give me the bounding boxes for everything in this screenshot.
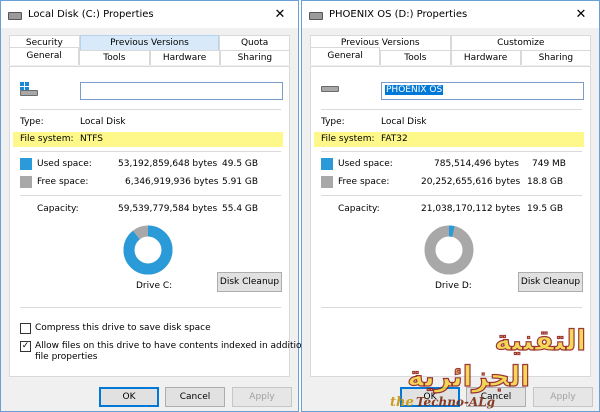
divider — [20, 195, 281, 196]
divider — [20, 307, 281, 308]
dialog-footer: OK Cancel Apply — [1, 377, 298, 412]
drive-icon — [321, 82, 339, 98]
capacity-bytes: 21,038,170,112 bytes — [421, 204, 521, 214]
index-checkbox[interactable]: ✓ — [20, 341, 31, 352]
general-panel: PHOENIX OS Type: Local Disk File system:… — [310, 66, 591, 377]
properties-window-c: Local Disk (C:) Properties ✕ Security Pr… — [0, 0, 319, 412]
divider — [321, 151, 582, 152]
drive-name-field[interactable] — [80, 82, 283, 100]
divider — [321, 195, 582, 196]
drive-icon — [309, 11, 323, 20]
tab-general[interactable]: General — [310, 47, 381, 65]
ok-button[interactable]: OK — [99, 387, 159, 407]
used-space-label: Used space: — [338, 159, 393, 169]
window-title: Local Disk (C:) Properties — [28, 9, 154, 20]
free-space-bytes: 20,252,655,616 bytes — [421, 177, 521, 187]
tab-sharing[interactable]: Sharing — [520, 50, 591, 65]
used-space-swatch — [20, 158, 32, 170]
used-space-swatch — [321, 158, 333, 170]
window-title: PHOENIX OS (D:) Properties — [329, 9, 468, 20]
tab-sharing[interactable]: Sharing — [219, 50, 290, 65]
tab-previous-versions[interactable]: Previous Versions — [79, 35, 220, 50]
free-space-swatch — [20, 176, 32, 188]
ok-button[interactable]: OK — [400, 387, 460, 407]
free-space-label: Free space: — [37, 177, 89, 187]
donut-used-arc — [123, 225, 173, 275]
capacity-label: Capacity: — [338, 204, 380, 214]
apply-button[interactable]: Apply — [232, 387, 292, 407]
free-space-swatch — [321, 176, 333, 188]
dialog-footer: OK Cancel Apply — [302, 377, 599, 412]
usage-donut-chart — [123, 225, 173, 275]
used-space-label: Used space: — [37, 159, 92, 169]
title-bar[interactable]: Local Disk (C:) Properties ✕ — [1, 1, 298, 28]
used-space-bytes: 785,514,496 bytes — [434, 159, 519, 169]
index-label-line2: file properties — [35, 352, 98, 362]
windows-logo-icon — [20, 82, 30, 90]
free-space-size: 5.91 GB — [222, 177, 259, 187]
tab-hardware[interactable]: Hardware — [450, 50, 521, 65]
tab-quota[interactable]: Quota — [219, 35, 290, 50]
tab-strip: Security Previous Versions Quota General… — [9, 34, 290, 66]
cancel-button[interactable]: Cancel — [466, 387, 526, 407]
type-label: Type: — [20, 117, 44, 127]
drive-name-field[interactable]: PHOENIX OS — [381, 82, 584, 100]
drive-label: Drive D: — [435, 281, 472, 291]
capacity-size: 55.4 GB — [222, 204, 259, 214]
cancel-button[interactable]: Cancel — [165, 387, 225, 407]
filesystem-value: NTFS — [80, 134, 103, 144]
capacity-size: 19.5 GB — [527, 204, 564, 214]
compress-label: Compress this drive to save disk space — [35, 323, 211, 333]
drive-name-selected-text: PHOENIX OS — [385, 85, 444, 95]
used-space-bytes: 53,192,859,648 bytes — [118, 159, 218, 169]
usage-donut-chart — [424, 225, 474, 275]
divider — [20, 151, 281, 152]
free-space-size: 18.8 GB — [527, 177, 564, 187]
close-icon[interactable]: ✕ — [563, 1, 599, 28]
tab-hardware[interactable]: Hardware — [149, 50, 220, 65]
free-space-bytes: 6,346,919,936 bytes — [125, 177, 219, 187]
filesystem-value: FAT32 — [381, 134, 408, 144]
windows-drive-icon — [20, 82, 38, 98]
tab-strip: Previous Versions Customize General Tool… — [310, 34, 591, 66]
type-value: Local Disk — [381, 117, 427, 127]
compress-checkbox[interactable] — [20, 323, 31, 334]
tab-customize[interactable]: Customize — [450, 35, 591, 50]
index-label: Allow files on this drive to have conten… — [35, 341, 320, 351]
disk-cleanup-button[interactable]: Disk Cleanup — [518, 272, 583, 292]
capacity-bytes: 59,539,779,584 bytes — [118, 204, 218, 214]
divider — [321, 307, 582, 308]
used-space-size: 749 MB — [532, 159, 566, 169]
type-value: Local Disk — [80, 117, 126, 127]
close-icon[interactable]: ✕ — [262, 1, 298, 28]
drive-icon — [8, 11, 22, 20]
donut-free-ring — [424, 225, 474, 275]
tab-tools[interactable]: Tools — [380, 50, 451, 65]
drive-label: Drive C: — [136, 281, 173, 291]
filesystem-label: File system: — [321, 134, 375, 144]
apply-button[interactable]: Apply — [533, 387, 593, 407]
tab-general[interactable]: General — [9, 47, 80, 65]
divider — [20, 109, 281, 110]
properties-window-d: PHOENIX OS (D:) Properties ✕ Previous Ve… — [301, 0, 600, 412]
used-space-size: 49.5 GB — [222, 159, 259, 169]
disk-cleanup-button[interactable]: Disk Cleanup — [217, 272, 282, 292]
free-space-label: Free space: — [338, 177, 390, 187]
type-label: Type: — [321, 117, 345, 127]
tab-tools[interactable]: Tools — [79, 50, 150, 65]
general-panel: Type: Local Disk File system: NTFS Used … — [9, 66, 319, 377]
capacity-label: Capacity: — [37, 204, 79, 214]
filesystem-label: File system: — [20, 134, 74, 144]
title-bar[interactable]: PHOENIX OS (D:) Properties ✕ — [302, 1, 599, 28]
divider — [321, 109, 582, 110]
